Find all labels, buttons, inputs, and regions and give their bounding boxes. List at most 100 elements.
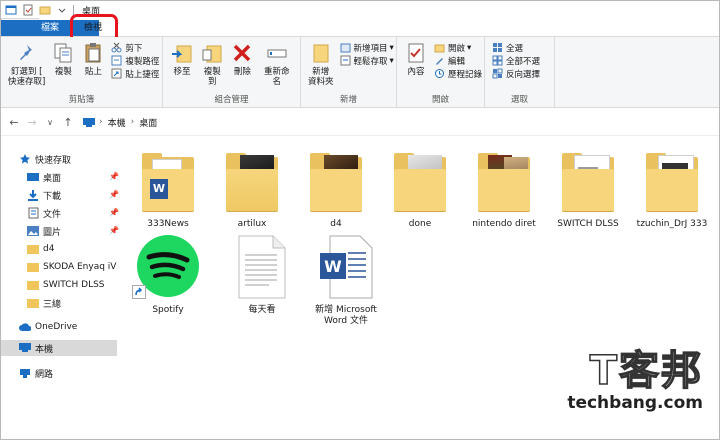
select-all-icon <box>492 42 503 53</box>
file-item[interactable]: done <box>381 149 459 230</box>
nav-item-label: 圖片 <box>43 227 62 238</box>
folder-icon <box>222 149 282 215</box>
nav-item-desktop[interactable]: 桌面 <box>27 169 61 185</box>
recent-locations-chevron-icon[interactable]: ∨ <box>41 118 59 127</box>
paste-button[interactable]: 貼上 <box>81 41 105 77</box>
folder-icon <box>27 261 39 273</box>
edit-pencil-icon <box>434 55 445 66</box>
paste-shortcut-button[interactable]: 貼上捷徑 <box>111 67 159 80</box>
delete-button[interactable]: 刪除 <box>230 41 254 77</box>
nav-item-label: 桌面 <box>43 173 62 184</box>
copy-path-button[interactable]: 複製路徑 <box>111 54 159 67</box>
nav-network-label: 網路 <box>35 369 54 380</box>
open-small-buttons: 開啟 ▾ 編輯 歷程記錄 <box>434 41 482 80</box>
documents-icon <box>27 207 39 219</box>
rename-icon <box>265 41 289 65</box>
file-item[interactable]: SWITCH DLSS <box>549 149 627 230</box>
properties-quick-icon[interactable] <box>21 3 35 17</box>
window-icon[interactable] <box>4 3 18 17</box>
new-group: 新增 資料夾 新增項目 ▾ 輕鬆存取 ▾ 新增 <box>301 37 397 107</box>
pin-icon <box>15 41 39 65</box>
copy-path-icon <box>111 55 122 66</box>
edit-button[interactable]: 編輯 <box>434 54 482 67</box>
shortcut-arrow-icon <box>132 285 146 299</box>
properties-label: 內容 <box>407 67 425 77</box>
select-none-label: 全部不選 <box>506 56 541 67</box>
breadcrumb-desktop[interactable]: 桌面 <box>139 116 157 129</box>
navigation-pane: 快速存取 桌面 📌 下載 📌 文件 📌 圖片 📌 d4 SKODA Enyaq … <box>1 147 119 437</box>
paste-shortcut-label: 貼上捷徑 <box>125 69 160 80</box>
word-file-icon: W <box>316 235 376 301</box>
pin-icon[interactable]: 📌 <box>109 172 119 181</box>
new-folder-button[interactable]: 新增 資料夾 <box>308 41 334 87</box>
copy-to-button[interactable]: 複製到 <box>200 41 224 87</box>
back-arrow-icon[interactable]: ← <box>5 116 23 129</box>
tab-view[interactable]: 檢視 <box>70 14 119 44</box>
file-item[interactable]: nintendo diret <box>465 149 543 230</box>
nav-quick-access[interactable]: 快速存取 <box>19 151 71 167</box>
file-item[interactable]: d4 <box>297 149 375 230</box>
file-item[interactable]: artilux <box>213 149 291 230</box>
folder-icon <box>27 297 39 309</box>
nav-item-downloads[interactable]: 下載 <box>27 187 61 203</box>
invert-selection-button[interactable]: 反向選擇 <box>492 67 540 80</box>
file-name: artilux <box>237 219 267 229</box>
new-folder-quick-icon[interactable] <box>38 3 52 17</box>
techbang-watermark: T客邦 techbang.com <box>567 348 703 413</box>
file-item[interactable]: Spotify <box>129 235 207 316</box>
nav-item-sanzong[interactable]: 三總 <box>27 295 61 311</box>
file-item[interactable]: W 333News <box>129 149 207 230</box>
easy-access-button[interactable]: 輕鬆存取 ▾ <box>340 54 394 67</box>
open-folder-icon <box>434 42 445 53</box>
copy-button[interactable]: 複製 <box>51 41 75 77</box>
customize-quick-access-icon[interactable] <box>55 3 69 17</box>
nav-item-d4[interactable]: d4 <box>27 241 54 257</box>
file-name: 333News <box>147 219 189 229</box>
nav-item-documents[interactable]: 文件 <box>27 205 61 221</box>
select-group-label: 選取 <box>510 95 528 105</box>
nav-onedrive-label: OneDrive <box>35 322 78 332</box>
ribbon: 釘選到 [ 快速存取] 複製 貼上 剪下 複製路徑 貼上捷徑 剪貼簿 移至 複製… <box>1 37 719 108</box>
pin-icon[interactable]: 📌 <box>109 208 119 217</box>
nav-item-skoda[interactable]: SKODA Enyaq iV <box>27 259 116 275</box>
forward-arrow-icon[interactable]: → <box>23 116 41 129</box>
pin-label: 釘選到 [ 快速存取] <box>8 67 46 87</box>
nav-this-pc-label: 本機 <box>35 344 54 355</box>
organize-group: 移至 複製到 刪除 重新命名 組合管理 <box>163 37 301 107</box>
cut-button[interactable]: 剪下 <box>111 41 159 54</box>
breadcrumb-this-pc[interactable]: 本機 <box>108 116 126 129</box>
scissors-icon <box>111 42 122 53</box>
file-item[interactable]: 每天看 <box>223 235 301 316</box>
address-path[interactable]: › 本機 › 桌面 <box>83 113 683 131</box>
rename-button[interactable]: 重新命名 <box>260 41 293 87</box>
open-button[interactable]: 開啟 ▾ <box>434 41 482 54</box>
select-none-button[interactable]: 全部不選 <box>492 54 540 67</box>
file-item[interactable]: tzuchin_DrJ 333 <box>633 149 711 230</box>
pin-icon[interactable]: 📌 <box>109 190 119 199</box>
folder-icon <box>642 149 702 215</box>
select-all-button[interactable]: 全選 <box>492 41 540 54</box>
nav-network[interactable]: 網路 <box>19 365 53 381</box>
history-button[interactable]: 歷程記錄 <box>434 67 482 80</box>
breadcrumb-chevron-icon[interactable]: › <box>131 117 135 127</box>
nav-this-pc[interactable]: 本機 <box>1 340 117 356</box>
pin-icon[interactable]: 📌 <box>109 226 119 235</box>
nav-item-pictures[interactable]: 圖片 <box>27 223 61 239</box>
pin-quick-access-button[interactable]: 釘選到 [ 快速存取] <box>8 41 45 87</box>
move-to-label: 移至 <box>173 67 191 77</box>
nav-onedrive[interactable]: OneDrive <box>19 319 77 335</box>
star-icon <box>19 153 31 165</box>
breadcrumb-chevron-icon[interactable]: › <box>99 117 103 127</box>
file-item[interactable]: W 新增 Microsoft Word 文件 <box>307 235 385 327</box>
move-to-icon <box>170 41 194 65</box>
new-folder-icon <box>309 41 333 65</box>
copy-icon <box>51 41 75 65</box>
open-group: 內容 開啟 ▾ 編輯 歷程記錄 開啟 <box>397 37 485 107</box>
new-item-button[interactable]: 新增項目 ▾ <box>340 41 394 54</box>
nav-item-switch-dlss[interactable]: SWITCH DLSS <box>27 277 105 293</box>
properties-button[interactable]: 內容 <box>404 41 428 77</box>
move-to-button[interactable]: 移至 <box>170 41 194 77</box>
select-none-icon <box>492 55 503 66</box>
easy-access-dropdown-icon: ▾ <box>389 55 394 66</box>
up-arrow-icon[interactable]: ↑ <box>59 116 77 129</box>
